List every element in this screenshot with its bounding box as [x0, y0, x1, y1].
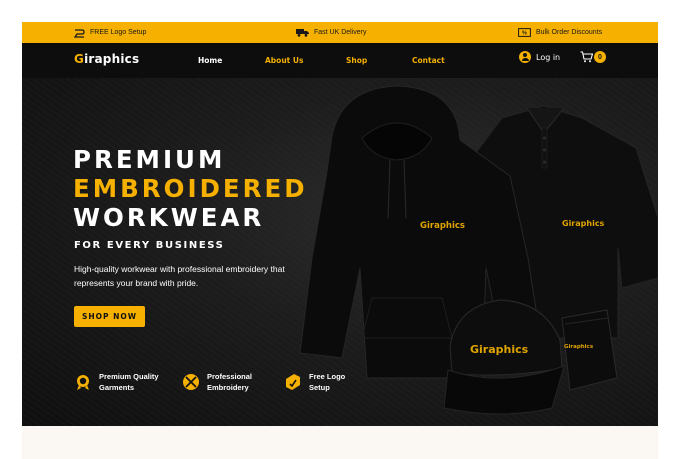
svg-text:Giraphics: Giraphics [420, 221, 465, 231]
quality-medal-icon [77, 375, 89, 390]
login-label: Log in [536, 52, 561, 62]
next-section-strip [22, 426, 658, 459]
hero-headline-line-2: EMBROIDERED [73, 174, 308, 203]
feature-premium-quality-text: Premium Quality Garments [99, 371, 165, 393]
promo-bulk-discount: % Bulk Order Discounts [518, 22, 602, 43]
feature-free-logo-setup-line-2: Setup [309, 383, 330, 392]
nav-link-contact[interactable]: Contact [412, 56, 445, 65]
feature-free-logo-setup: Free Logo Setup [284, 371, 375, 393]
folded-shirt-image [561, 309, 618, 391]
svg-text:Giraphics: Giraphics [562, 219, 605, 228]
hero-section: Giraphics Giraphics Giraphics Giraphics … [22, 78, 658, 426]
logo-setup-icon [286, 374, 300, 390]
promo-free-logo-label: FREE Logo Setup [90, 29, 147, 36]
discount-tag-icon: % [518, 28, 531, 37]
promo-bar: FREE Logo Setup Fast UK Delivery % Bulk … [22, 22, 658, 43]
nav-link-home[interactable]: Home [198, 56, 222, 65]
embroidery-needle-icon [183, 374, 199, 390]
brand-logo-initial: G [74, 52, 85, 66]
svg-text:Giraphics: Giraphics [564, 344, 594, 350]
delivery-truck-icon [296, 29, 309, 37]
feature-premium-quality-line-2: Garments [99, 383, 135, 392]
feature-professional-embroidery: Professional Embroidery [182, 371, 273, 393]
hero-headline-line-1: PREMIUM [73, 145, 226, 174]
nav-link-shop[interactable]: Shop [346, 56, 367, 65]
cart-button[interactable]: 0 [580, 51, 606, 63]
website-frame: FREE Logo Setup Fast UK Delivery % Bulk … [22, 22, 658, 426]
promo-delivery: Fast UK Delivery [296, 22, 367, 43]
brand-logo[interactable]: Giraphics [74, 52, 139, 66]
user-icon [519, 51, 531, 63]
svg-text:%: % [522, 31, 527, 37]
cart-count-badge: 0 [594, 51, 606, 63]
svg-text:Giraphics: Giraphics [470, 343, 529, 356]
hero-subheadline: FOR EVERY BUSINESS [74, 240, 225, 251]
login-button[interactable]: Log in [519, 51, 560, 63]
hero-description: High-quality workwear with professional … [74, 264, 285, 288]
promo-bulk-discount-label: Bulk Order Discounts [536, 29, 603, 36]
feature-professional-embroidery-line-1: Professional [207, 372, 253, 381]
feature-free-logo-setup-text: Free Logo Setup [309, 371, 375, 393]
feature-free-logo-setup-line-1: Free Logo [309, 372, 346, 381]
cart-icon [580, 51, 593, 63]
feature-premium-quality: Premium Quality Garments [74, 371, 165, 393]
brand-logo-rest: iraphics [84, 52, 140, 66]
logo-setup-icon [74, 28, 85, 38]
shop-now-button[interactable]: SHOP NOW [74, 306, 145, 327]
feature-professional-embroidery-text: Professional Embroidery [207, 371, 273, 393]
main-nav: Giraphics Home About Us Shop Contact Log… [22, 43, 658, 78]
nav-link-about-us[interactable]: About Us [265, 56, 303, 65]
promo-delivery-label: Fast UK Delivery [314, 29, 367, 36]
feature-premium-quality-line-1: Premium Quality [99, 372, 159, 381]
hero-headline-line-3: WORKWEAR [73, 203, 265, 232]
promo-free-logo: FREE Logo Setup [74, 22, 146, 43]
feature-professional-embroidery-line-2: Embroidery [207, 383, 249, 392]
